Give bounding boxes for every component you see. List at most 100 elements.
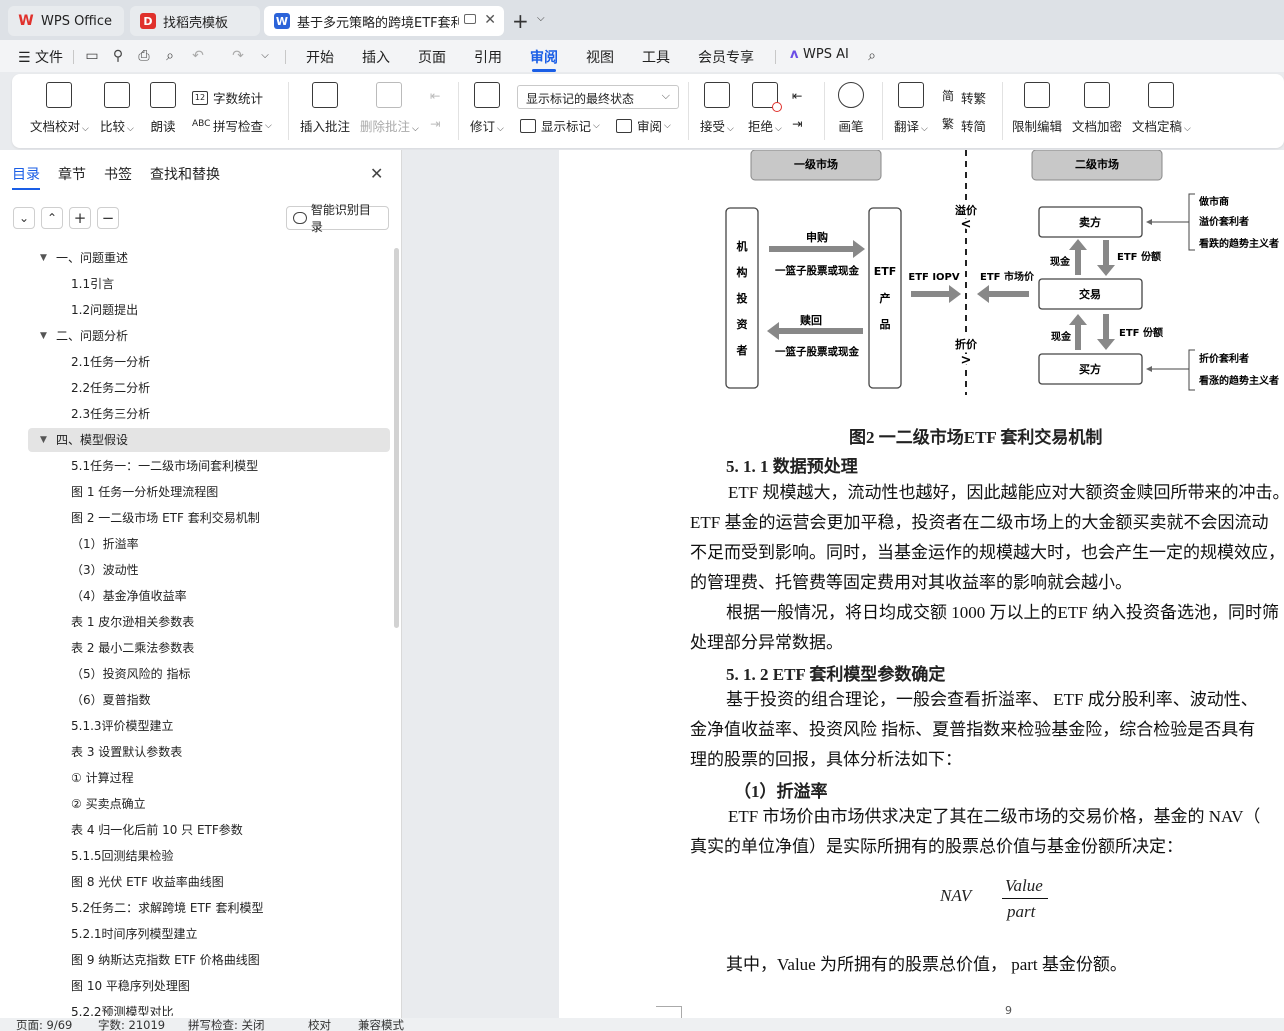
toc-item[interactable]: 2.2任务二分析: [0, 376, 390, 400]
delete-comment-button[interactable]: 删除批注 ⌵: [360, 82, 419, 135]
toc-item[interactable]: 表 2 最小二乘法参数表: [0, 636, 390, 660]
chevron-up-icon[interactable]: ⌃: [41, 207, 63, 229]
toc-item[interactable]: （6）夏普指数: [0, 688, 390, 712]
show-markup-button[interactable]: 显示标记 ⌵: [520, 116, 600, 135]
menu-home[interactable]: 开始: [306, 47, 334, 67]
toc-item[interactable]: （4）基金净值收益率: [0, 584, 390, 608]
next-comment-icon[interactable]: ⇥: [430, 116, 440, 131]
menu-member[interactable]: 会员专享: [698, 47, 754, 67]
plus-icon[interactable]: +: [69, 207, 91, 229]
spell-check-button[interactable]: ABC 拼写检查 ⌵: [192, 116, 272, 135]
status-word-count[interactable]: 字数: 21019: [98, 1018, 165, 1031]
menu-view[interactable]: 视图: [586, 47, 614, 67]
finalize-button[interactable]: 文档定稿 ⌵: [1132, 82, 1191, 135]
toc-item[interactable]: 2.3任务三分析: [0, 402, 390, 426]
menu-wps-ai[interactable]: ᴧ WPS AI: [790, 47, 849, 62]
toc-item[interactable]: 5.1.3评价模型建立: [0, 714, 390, 738]
doc-check-button[interactable]: 文档校对 ⌵: [30, 82, 89, 135]
close-icon[interactable]: ✕: [484, 12, 496, 28]
tab-bookmarks[interactable]: 书签: [104, 164, 132, 184]
toc-item[interactable]: 图 9 纳斯达克指数 ETF 价格曲线图: [0, 948, 390, 972]
chevron-down-icon[interactable]: ⌵: [537, 13, 545, 24]
toc-item[interactable]: ② 买卖点确立: [0, 792, 390, 816]
compare-button[interactable]: 比较 ⌵: [100, 82, 134, 135]
restrict-edit-button[interactable]: 限制编辑: [1012, 82, 1062, 135]
toc-item[interactable]: 5.2.1时间序列模型建立: [0, 922, 390, 946]
undo-icon[interactable]: ↶: [190, 48, 206, 64]
toc-item-label: 5.2.1时间序列模型建立: [71, 927, 198, 941]
toc-item[interactable]: 表 4 归一化后前 10 只 ETF参数: [0, 818, 390, 842]
translate-button[interactable]: 翻译 ⌵: [894, 82, 928, 135]
toc-item[interactable]: 图 8 光伏 ETF 收益率曲线图: [0, 870, 390, 894]
next-change-icon[interactable]: ⇥: [792, 116, 802, 131]
premium-label: 溢价: [955, 203, 978, 217]
word-count-button[interactable]: 12 字数统计: [192, 88, 263, 107]
toc-item[interactable]: （5）投资风险的 指标: [0, 662, 390, 686]
toc-item[interactable]: 5.2.2预测模型对比: [0, 1000, 390, 1016]
tab-wps-office[interactable]: W WPS Office: [8, 6, 124, 36]
expand-arrow-icon[interactable]: ▼: [40, 324, 47, 348]
previous-change-icon[interactable]: ⇤: [792, 88, 802, 103]
toc-item[interactable]: ▼ 一、问题重述: [0, 246, 390, 270]
menu-review[interactable]: 审阅: [530, 47, 558, 67]
search-icon[interactable]: ⌕: [864, 48, 880, 64]
toc-item[interactable]: 表 1 皮尔逊相关参数表: [0, 610, 390, 634]
share-icon[interactable]: ⚲: [110, 48, 126, 64]
tab-toc[interactable]: 目录: [12, 164, 40, 184]
wps-ai-icon: ᴧ: [790, 47, 803, 62]
toc-item[interactable]: ▼ 二、问题分析: [0, 324, 390, 348]
toc-scrollbar[interactable]: [394, 248, 399, 628]
redo-icon[interactable]: ↷: [230, 48, 246, 64]
insert-comment-button[interactable]: 插入批注: [300, 82, 350, 135]
review-pane-button[interactable]: 审阅 ⌵: [616, 116, 671, 135]
save-icon[interactable]: ▭: [84, 48, 100, 64]
toc-item[interactable]: 1.2问题提出: [0, 298, 390, 322]
toc-item[interactable]: ▼ 四、模型假设: [28, 428, 390, 452]
toc-item[interactable]: 表 3 设置默认参数表: [0, 740, 390, 764]
toc-item[interactable]: 5.1.5回测结果检验: [0, 844, 390, 868]
status-page[interactable]: 页面: 9/69: [16, 1018, 72, 1031]
revise-button[interactable]: 修订 ⌵: [470, 82, 504, 135]
read-aloud-button[interactable]: 朗读: [150, 82, 176, 135]
markup-state-select[interactable]: 显示标记的最终状态 ⌵: [517, 85, 679, 109]
expand-arrow-icon[interactable]: ▼: [40, 428, 47, 452]
chevron-down-icon[interactable]: ⌵: [257, 48, 273, 64]
to-traditional-button[interactable]: 简 转繁: [940, 88, 986, 107]
chevron-down-icon[interactable]: ⌄: [13, 207, 35, 229]
expand-arrow-icon[interactable]: ▼: [40, 246, 47, 270]
accept-button[interactable]: 接受 ⌵: [700, 82, 734, 135]
tab-chapters[interactable]: 章节: [58, 164, 86, 184]
toc-item[interactable]: 图 2 一二级市场 ETF 套利交易机制: [0, 506, 390, 530]
toc-item[interactable]: （3）波动性: [0, 558, 390, 582]
toc-item[interactable]: 5.2任务二：求解跨境 ETF 套利模型: [0, 896, 390, 920]
toc-item[interactable]: ① 计算过程: [0, 766, 390, 790]
tab-find-replace[interactable]: 查找和替换: [150, 164, 220, 184]
new-tab-icon[interactable]: +: [512, 9, 529, 33]
menu-tools[interactable]: 工具: [642, 47, 670, 67]
close-icon[interactable]: ✕: [370, 164, 383, 183]
preview-icon[interactable]: [464, 14, 476, 24]
status-proofread[interactable]: 校对: [308, 1018, 331, 1031]
toc-item[interactable]: 5.1任务一：一二级市场间套利模型: [0, 454, 390, 478]
toc-item-label: 1.1引言: [71, 277, 115, 291]
minus-icon[interactable]: −: [97, 207, 119, 229]
reject-button[interactable]: 拒绝 ⌵: [748, 82, 782, 135]
menu-references[interactable]: 引用: [474, 47, 502, 67]
tab-docer-templates[interactable]: D 找稻壳模板: [130, 6, 260, 36]
print-icon[interactable]: ⎙: [136, 48, 152, 64]
toc-item[interactable]: 2.1任务一分析: [0, 350, 390, 374]
previous-comment-icon[interactable]: ⇤: [430, 88, 440, 103]
pen-button[interactable]: 画笔: [838, 82, 864, 135]
menu-page[interactable]: 页面: [418, 47, 446, 67]
menu-insert[interactable]: 插入: [362, 47, 390, 67]
smart-toc-button[interactable]: 智能识别目录: [286, 203, 389, 234]
toc-item[interactable]: 1.1引言: [0, 272, 390, 296]
tab-document[interactable]: W 基于多元策略的跨境ETF套利策 ✕: [264, 6, 504, 36]
menu-file[interactable]: ☰ 文件: [18, 47, 63, 67]
toc-item[interactable]: 图 1 任务一分析处理流程图: [0, 480, 390, 504]
toc-item[interactable]: （1）折溢率: [0, 532, 390, 556]
to-simplified-button[interactable]: 繁 转简: [940, 116, 986, 135]
encrypt-button[interactable]: 文档加密: [1072, 82, 1122, 135]
toc-item[interactable]: 图 10 平稳序列处理图: [0, 974, 390, 998]
print-preview-icon[interactable]: ⌕: [162, 48, 178, 64]
